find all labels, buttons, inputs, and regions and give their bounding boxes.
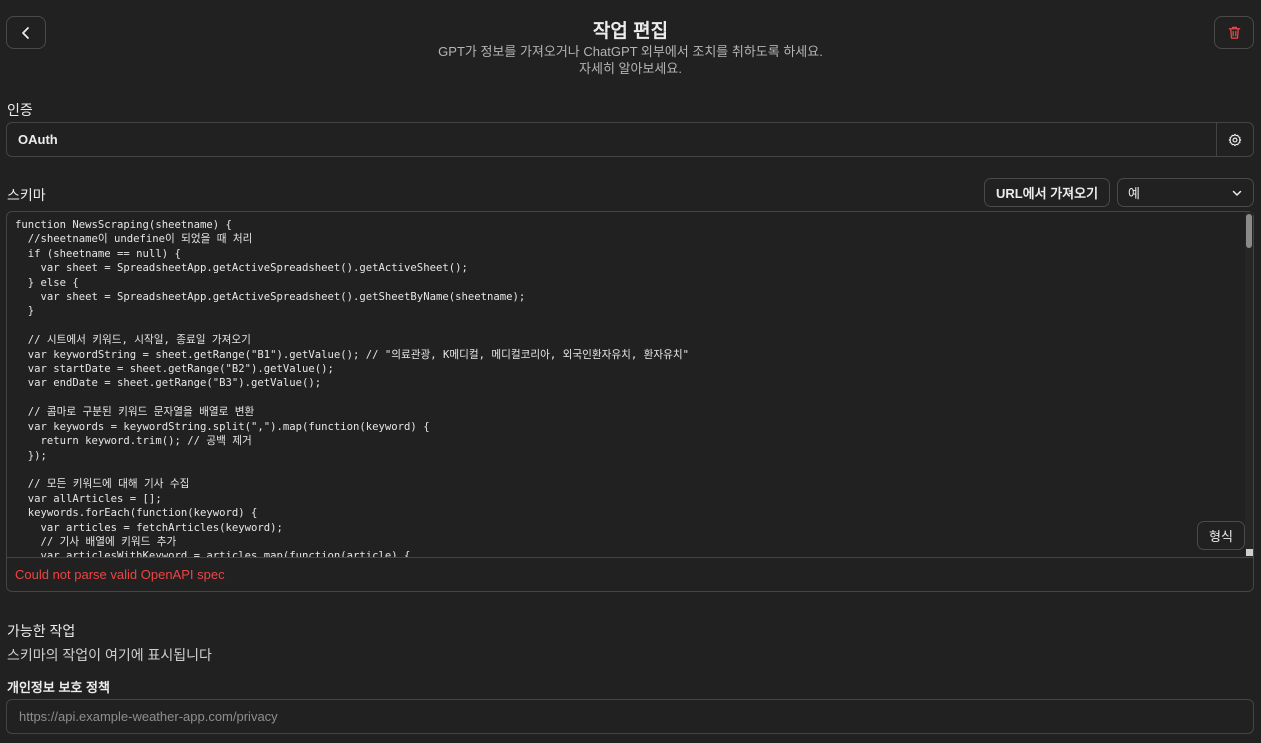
- example-select[interactable]: 예: [1117, 178, 1254, 207]
- import-from-url-button[interactable]: URL에서 가져오기: [984, 178, 1110, 207]
- scrollbar-track[interactable]: [1245, 212, 1253, 557]
- privacy-policy-input[interactable]: [6, 699, 1254, 734]
- auth-label: 인증: [7, 102, 33, 118]
- resize-handle-icon[interactable]: [1246, 549, 1253, 556]
- learn-more-link[interactable]: 자세히 알아보세요.: [0, 60, 1261, 77]
- schema-label: 스키마: [7, 187, 46, 203]
- chevron-down-icon: [1232, 190, 1242, 196]
- gear-icon: [1228, 133, 1242, 146]
- auth-value: OAuth: [18, 132, 58, 147]
- auth-settings-button[interactable]: [1216, 123, 1253, 156]
- example-select-value: 예: [1128, 186, 1140, 201]
- format-button[interactable]: 형식: [1197, 521, 1245, 550]
- divider: [7, 557, 1253, 558]
- actions-empty-state: 스키마의 작업이 여기에 표시됩니다: [7, 647, 212, 663]
- subtitle-line: GPT가 정보를 가져오거나 ChatGPT 외부에서 조치를 취하도록 하세요…: [438, 44, 823, 59]
- privacy-policy-label: 개인정보 보호 정책: [7, 680, 110, 695]
- trash-icon: [1228, 26, 1240, 39]
- actions-label: 가능한 작업: [7, 623, 76, 639]
- delete-button[interactable]: [1214, 16, 1254, 49]
- schema-error-message: Could not parse valid OpenAPI spec: [15, 567, 225, 582]
- auth-field[interactable]: [6, 122, 1254, 157]
- page-title: 작업 편집: [592, 21, 669, 42]
- schema-code: function NewsScraping(sheetname) { //she…: [15, 219, 689, 557]
- schema-code-textarea[interactable]: function NewsScraping(sheetname) { //she…: [7, 212, 1245, 557]
- scrollbar-thumb[interactable]: [1246, 214, 1252, 248]
- page-subtitle: GPT가 정보를 가져오거나 ChatGPT 외부에서 조치를 취하도록 하세요…: [0, 43, 1261, 77]
